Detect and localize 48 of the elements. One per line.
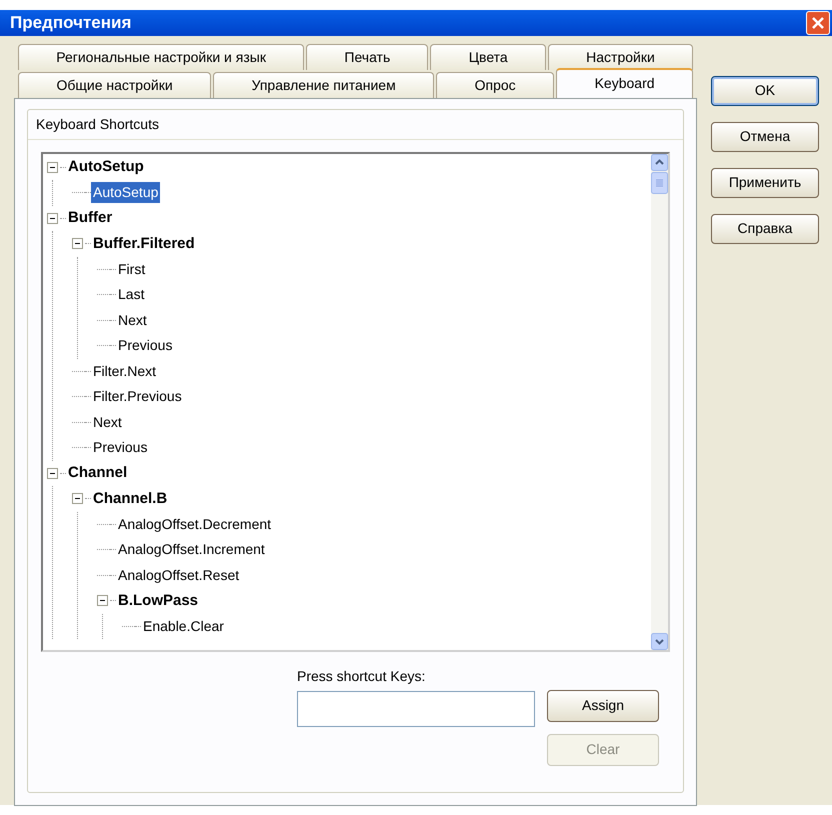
tree-item[interactable]: Filter.Next — [91, 360, 158, 382]
tab[interactable]: Общие настройки — [18, 72, 212, 98]
dialog-button[interactable]: OK — [711, 76, 819, 106]
tree-item[interactable]: First — [116, 258, 148, 280]
tab[interactable]: Опрос — [436, 72, 554, 98]
collapse-icon[interactable] — [72, 493, 83, 504]
tree-item[interactable]: B.LowPass — [116, 590, 200, 612]
collapse-icon[interactable] — [47, 212, 58, 224]
tab[interactable]: Настройки — [548, 44, 694, 70]
tab[interactable]: Keyboard — [556, 68, 693, 98]
tab[interactable]: Печать — [306, 44, 428, 70]
dialog-button[interactable]: Справка — [711, 214, 819, 244]
scroll-down-icon[interactable] — [651, 632, 668, 650]
tree-item[interactable]: Enable.Clear — [141, 616, 226, 637]
collapse-icon[interactable] — [97, 595, 108, 606]
tree-item[interactable]: AnalogOffset.Decrement — [116, 514, 274, 535]
tree-item[interactable]: Buffer — [66, 207, 114, 230]
shortcut-button[interactable]: Assign — [547, 690, 659, 722]
tab[interactable]: Региональные настройки и язык — [18, 44, 304, 70]
tree-item[interactable]: AutoSetup — [66, 156, 146, 178]
tree-item[interactable]: Next — [91, 412, 124, 433]
close-icon — [811, 16, 825, 30]
tree-item[interactable]: Previous — [116, 335, 174, 356]
close-button[interactable] — [806, 10, 830, 35]
tree-item[interactable]: AnalogOffset.Reset — [116, 564, 242, 586]
field-label: Press shortcut Keys: — [297, 666, 426, 686]
tree-item[interactable]: AutoSetup — [91, 182, 160, 204]
collapse-icon[interactable] — [47, 468, 58, 479]
dialog-button[interactable]: Отмена — [711, 122, 819, 152]
tree-item[interactable]: Channel.B — [91, 488, 170, 510]
collapse-icon[interactable] — [47, 162, 58, 173]
dialog-button[interactable]: Применить — [711, 168, 819, 198]
tree-item[interactable]: Buffer.Filtered — [91, 232, 197, 255]
collapse-icon[interactable] — [72, 238, 83, 250]
tree-item[interactable]: Previous — [91, 437, 150, 458]
shortcut-input-field[interactable] — [297, 690, 535, 726]
window-title: Предпочтения — [10, 12, 132, 34]
scroll-thumb-icon[interactable] — [651, 172, 668, 194]
tree-item[interactable]: Next — [116, 310, 149, 331]
tab[interactable]: Цвета — [430, 44, 546, 70]
tab[interactable]: Управление питанием — [213, 72, 434, 98]
tree-item[interactable]: Last — [116, 284, 146, 306]
scrollbar[interactable] — [651, 154, 668, 650]
tree-item[interactable]: Channel — [66, 462, 130, 484]
group-title: Keyboard Shortcuts — [28, 110, 683, 140]
tree-item[interactable]: AnalogOffset.Increment — [116, 539, 267, 560]
scroll-up-icon[interactable] — [651, 154, 668, 170]
tree-item[interactable]: Filter.Previous — [91, 386, 184, 408]
